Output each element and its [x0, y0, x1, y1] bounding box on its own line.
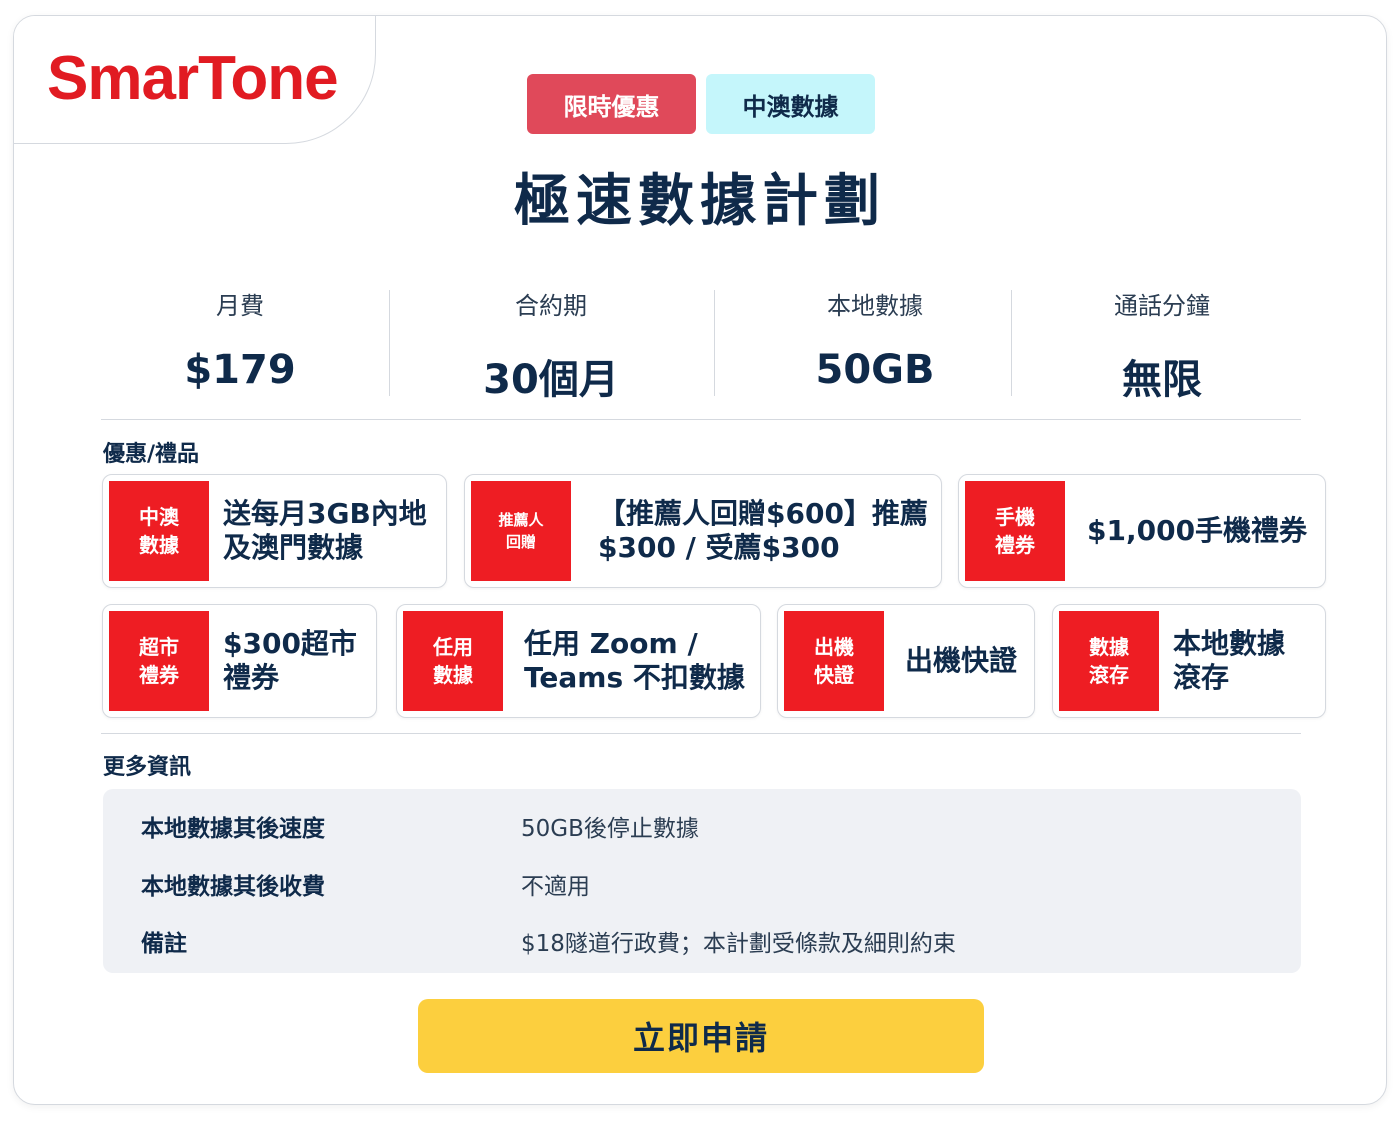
limited-offer-tag: 限時優惠	[527, 74, 696, 134]
offer-text: 出機快證	[905, 644, 1018, 677]
offer-supermarket-voucher[interactable]: 超市 禮券 $300超市 禮券	[102, 604, 377, 718]
info-section-label: 更多資訊	[103, 755, 192, 780]
unlimited-data-icon: 任用 數據	[403, 611, 503, 711]
spec-divider	[389, 290, 390, 396]
spec-label: 合約期	[515, 292, 587, 320]
spec-value: 30個月	[483, 357, 619, 403]
info-key: 備註	[141, 931, 187, 957]
spec-divider	[1011, 290, 1012, 396]
supermarket-voucher-icon: 超市 禮券	[109, 611, 209, 711]
offer-handset-voucher[interactable]: 手機 禮券 $1,000手機禮券	[958, 474, 1326, 588]
offer-text: 【推薦人回贈$600】推薦 $300 / 受薦$300	[598, 497, 928, 564]
spec-contract-period: 合約期 30個月	[401, 286, 701, 405]
info-value: 不適用	[521, 874, 590, 900]
spec-label: 通話分鐘	[1114, 292, 1210, 320]
logo-tab: SmarTone	[14, 16, 376, 144]
offer-text: 任用 Zoom / Teams 不扣數據	[524, 627, 745, 694]
apply-now-button[interactable]: 立即申請	[418, 999, 984, 1073]
data-rollover-icon: 數據 滾存	[1059, 611, 1159, 711]
offer-text: 送每月3GB內地 及澳門數據	[223, 497, 427, 564]
tag-group: 限時優惠 中澳數據	[527, 74, 875, 134]
spec-value: 無限	[1122, 357, 1202, 403]
more-info-table: 本地數據其後速度 50GB後停止數據 本地數據其後收費 不適用 備註 $18隧道…	[103, 789, 1301, 973]
offer-data-rollover[interactable]: 數據 滾存 本地數據 滾存	[1052, 604, 1326, 718]
spec-call-minutes: 通話分鐘 無限	[1023, 286, 1301, 405]
offer-referral-rebate[interactable]: 推薦人 回贈 【推薦人回贈$600】推薦 $300 / 受薦$300	[464, 474, 942, 588]
spec-label: 月費	[216, 292, 264, 320]
info-row: 本地數據其後收費 不適用	[103, 867, 1301, 907]
info-key: 本地數據其後收費	[141, 874, 325, 900]
plan-title: 極速數據計劃	[514, 169, 886, 234]
china-macau-data-tag: 中澳數據	[706, 74, 875, 134]
spec-divider	[714, 290, 715, 396]
info-key: 本地數據其後速度	[141, 816, 325, 842]
info-value: 50GB後停止數據	[521, 816, 699, 842]
offers-section-label: 優惠/禮品	[103, 442, 200, 467]
spec-monthly-fee: 月費 $179	[101, 286, 379, 393]
referral-rebate-icon: 推薦人 回贈	[471, 481, 571, 581]
offer-china-macau-data[interactable]: 中澳 數據 送每月3GB內地 及澳門數據	[102, 474, 447, 588]
info-row: 備註 $18隧道行政費；本計劃受條款及細則約束	[103, 924, 1301, 964]
smartone-logo: SmarTone	[47, 44, 339, 113]
plan-card: SmarTone 限時優惠 中澳數據 極速數據計劃 月費 $179 合約期 30…	[13, 15, 1387, 1105]
offer-express-handset[interactable]: 出機 快證 出機快證	[777, 604, 1035, 718]
china-macau-data-icon: 中澳 數據	[109, 481, 209, 581]
offer-unlimited-zoom-teams[interactable]: 任用 數據 任用 Zoom / Teams 不扣數據	[396, 604, 761, 718]
spec-value: 50GB	[815, 347, 935, 393]
plan-specs: 月費 $179 合約期 30個月 本地數據 50GB 通話分鐘 無限	[101, 286, 1301, 403]
spec-local-data: 本地數據 50GB	[727, 286, 1023, 393]
section-divider	[101, 733, 1301, 734]
offer-text: $300超市 禮券	[223, 627, 357, 694]
spec-value: $179	[184, 347, 296, 393]
spec-label: 本地數據	[827, 292, 923, 320]
info-value: $18隧道行政費；本計劃受條款及細則約束	[521, 931, 956, 957]
handset-voucher-icon: 手機 禮券	[965, 481, 1065, 581]
express-handset-icon: 出機 快證	[784, 611, 884, 711]
offer-text: $1,000手機禮券	[1087, 514, 1308, 547]
info-row: 本地數據其後速度 50GB後停止數據	[103, 809, 1301, 849]
offer-text: 本地數據 滾存	[1173, 627, 1286, 694]
section-divider	[101, 419, 1301, 420]
